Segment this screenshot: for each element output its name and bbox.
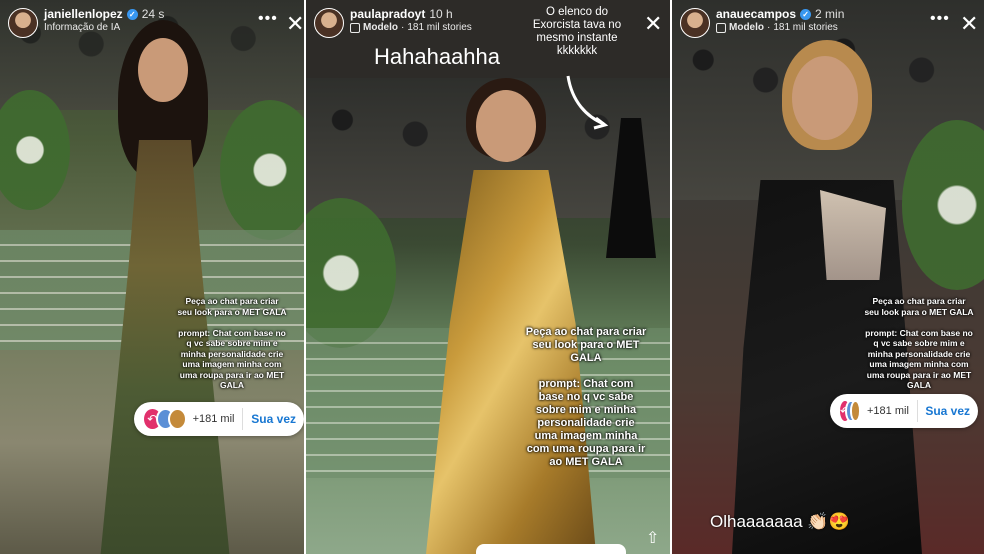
story-image-gold-gown <box>306 78 670 554</box>
username[interactable]: anauecampos <box>716 8 796 21</box>
verified-icon: ✓ <box>126 9 138 20</box>
story-caption: Peça ao chat para criar seu look para o … <box>864 296 974 390</box>
verified-icon: ✓ <box>800 9 812 20</box>
story-bottom-text: Olhaaaaaaa 👏🏻😍 <box>710 512 850 531</box>
story-panel-anauecampos[interactable]: anauecampos ✓ 2 min Modelo · 181 mil sto… <box>672 0 984 554</box>
ai-model-icon <box>350 22 360 33</box>
avatar[interactable] <box>680 8 710 38</box>
participant-count: +181 mil <box>867 405 909 417</box>
participant-avatar <box>849 400 861 422</box>
participant-count: +181 mil <box>192 413 235 425</box>
stories-count: 181 mil stories <box>407 22 472 33</box>
more-options-icon[interactable]: ••• <box>930 10 950 28</box>
story-note-text: O elenco do Exorcista tava no mesmo inst… <box>532 6 622 57</box>
story-panel-paulapradoyt[interactable]: paulapradoyt 10 h Modelo · 181 mil stori… <box>306 0 670 554</box>
story-image-black-gown <box>672 0 984 554</box>
timestamp: 24 s <box>141 7 165 21</box>
your-turn-button[interactable]: Sua vez <box>925 404 970 418</box>
story-caption: Peça ao chat para criar seu look para o … <box>177 296 287 390</box>
avatar[interactable] <box>8 8 38 38</box>
username[interactable]: paulapradoyt <box>350 8 425 21</box>
ai-model-icon <box>716 22 726 33</box>
timestamp: 2 min <box>815 7 845 21</box>
close-icon[interactable]: ✕ <box>286 13 304 35</box>
close-icon[interactable]: ✕ <box>960 13 978 35</box>
username[interactable]: janiellenlopez <box>44 8 123 21</box>
close-icon[interactable]: ✕ <box>644 13 662 35</box>
avatar[interactable] <box>314 8 344 38</box>
arrow-doodle <box>566 75 609 130</box>
add-yours-sticker[interactable]: ↶ +181 mil Sua vez <box>134 402 304 436</box>
timestamp: 10 h <box>429 7 453 21</box>
participant-avatar <box>167 408 187 430</box>
stories-count: 181 mil stories <box>773 22 838 33</box>
reply-bar[interactable] <box>476 544 626 554</box>
share-upload-icon[interactable]: ⇧ <box>646 528 659 548</box>
story-text-laugh: Hahahaahha <box>374 44 501 69</box>
your-turn-button[interactable]: Sua vez <box>251 412 296 426</box>
model-label[interactable]: Modelo <box>363 21 398 34</box>
story-panel-janiellenlopez[interactable]: janiellenlopez ✓ 24 s Informação de IA •… <box>0 0 304 554</box>
more-options-icon[interactable]: ••• <box>258 10 278 28</box>
ai-info-label[interactable]: Informação de IA <box>44 21 120 34</box>
story-image-green-gown <box>0 0 304 554</box>
story-caption: Peça ao chat para criar seu look para o … <box>525 326 647 468</box>
model-label[interactable]: Modelo <box>729 21 764 34</box>
add-yours-sticker[interactable]: ↶ +181 mil Sua vez <box>830 394 978 428</box>
